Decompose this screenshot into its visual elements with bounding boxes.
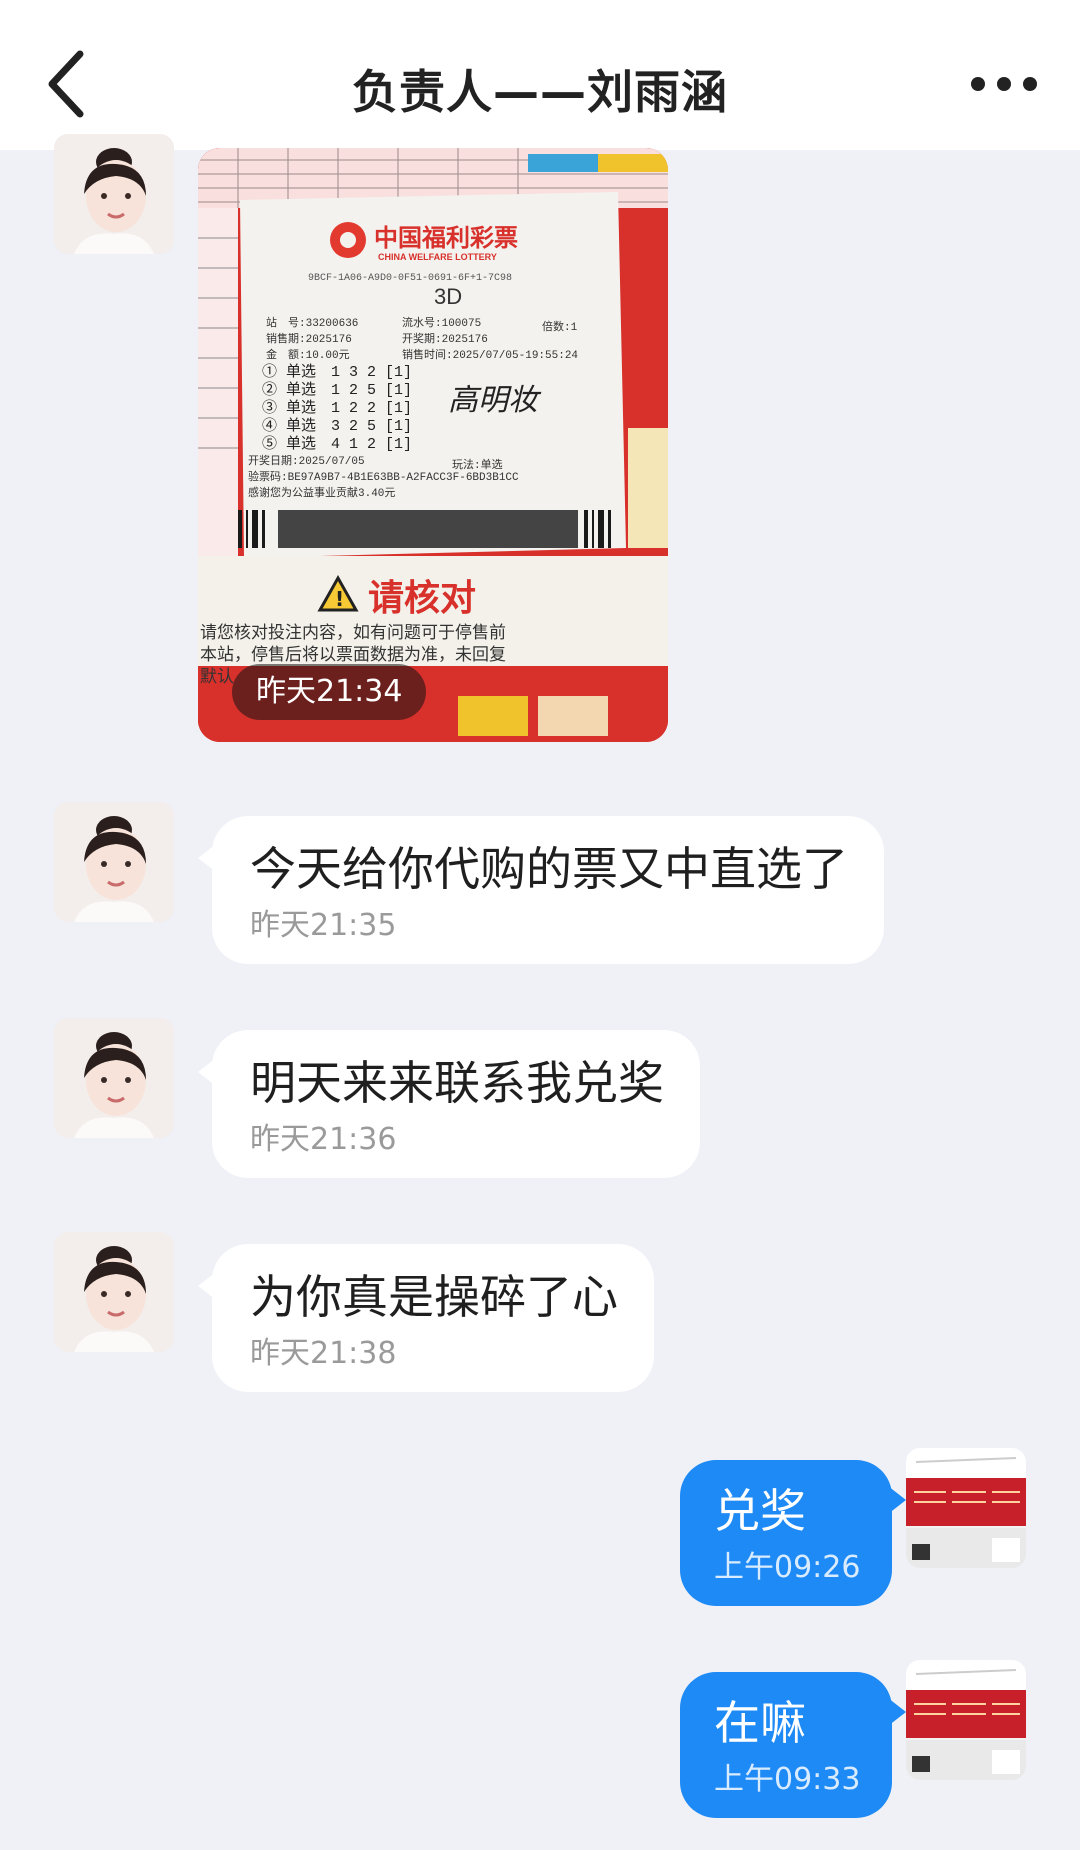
avatar-portrait-image bbox=[54, 134, 174, 254]
message-bubble[interactable]: 明天来来联系我兑奖 昨天21:36 bbox=[198, 1030, 700, 1178]
ticket-notice-1: 请您核对投注内容，如有问题可于停售前 bbox=[200, 623, 506, 643]
ticket-sale-time: 销售时间:2025/07/05-19:55:24 bbox=[402, 347, 578, 362]
avatar-portrait-image bbox=[54, 1018, 174, 1138]
message-time: 昨天21:34 bbox=[232, 664, 427, 720]
message-text: 兑奖 bbox=[714, 1484, 806, 1538]
self-avatar[interactable] bbox=[906, 1448, 1026, 1568]
lottery-ticket-photo[interactable]: 中国福利彩票 CHINA WELFARE LOTTERY 9BCF-1A06-A… bbox=[198, 148, 668, 742]
ticket-amount: 金 额:10.00元 bbox=[266, 347, 350, 362]
ticket-code: 9BCF-1A06-A9D0-0F51-0691-6F+1-7C98 bbox=[308, 273, 512, 284]
message-time: 上午09:33 bbox=[714, 1762, 861, 1797]
contact-avatar[interactable] bbox=[54, 1232, 174, 1352]
ticket-warning: 请核对 bbox=[368, 578, 476, 619]
contact-avatar[interactable] bbox=[54, 134, 174, 254]
ticket-station: 站 号:33200636 bbox=[266, 315, 358, 330]
ticket-game: 3D bbox=[434, 284, 462, 309]
ticket-play: 玩法:单选 bbox=[452, 457, 503, 472]
ticket-sale-period: 销售期:2025176 bbox=[266, 331, 352, 346]
lottery-ticket-image: 中国福利彩票 CHINA WELFARE LOTTERY 9BCF-1A06-A… bbox=[198, 148, 668, 742]
message-bubble[interactable]: 为你真是操碎了心 昨天21:38 bbox=[198, 1244, 654, 1392]
message-time: 昨天21:36 bbox=[250, 1122, 397, 1157]
message-text: 为你真是操碎了心 bbox=[250, 1270, 618, 1324]
more-button[interactable] bbox=[968, 62, 1040, 106]
message-bubble-self[interactable]: 在嘛 上午09:33 bbox=[680, 1672, 907, 1818]
ticket-line-2: ② 单选 1 2 5 [1] bbox=[262, 381, 412, 399]
ticket-line-1: ① 单选 1 3 2 [1] bbox=[262, 363, 412, 381]
ticket-line-3: ③ 单选 1 2 2 [1] bbox=[262, 399, 412, 417]
ticket-line-5: ⑤ 单选 4 1 2 [1] bbox=[262, 435, 412, 453]
message-time: 昨天21:38 bbox=[250, 1336, 397, 1371]
ticket-notice-3: 默认 bbox=[200, 667, 234, 687]
message-text: 在嘛 bbox=[714, 1696, 806, 1750]
ticket-thanks: 感谢您为公益事业贡献3.40元 bbox=[248, 485, 395, 500]
ticket-multiple: 倍数:1 bbox=[542, 319, 578, 334]
avatar-shop-image bbox=[906, 1660, 1026, 1780]
avatar-portrait-image bbox=[54, 802, 174, 922]
more-horizontal-icon bbox=[971, 77, 1037, 91]
message-time: 昨天21:35 bbox=[250, 908, 397, 943]
ticket-draw-date: 开奖日期:2025/07/05 bbox=[248, 453, 365, 468]
chat-title: 负责人——刘雨涵 bbox=[352, 65, 728, 119]
message-bubble[interactable]: 今天给你代购的票又中直选了 昨天21:35 bbox=[198, 816, 884, 964]
avatar-shop-image bbox=[906, 1448, 1026, 1568]
self-avatar[interactable] bbox=[906, 1660, 1026, 1780]
message-bubble-self[interactable]: 兑奖 上午09:26 bbox=[680, 1460, 907, 1606]
ticket-verify-code: 验票码:BE97A9B7-4B1E63BB-A2FACC3F-6BD3B1CC bbox=[248, 469, 519, 484]
message-text: 今天给你代购的票又中直选了 bbox=[250, 842, 848, 896]
contact-avatar[interactable] bbox=[54, 1018, 174, 1138]
ticket-draw-period: 开奖期:2025176 bbox=[402, 331, 488, 346]
ticket-notice-2: 本站，停售后将以票面数据为准，未回复 bbox=[200, 645, 506, 665]
message-time: 上午09:26 bbox=[714, 1550, 861, 1585]
ticket-brand-en: CHINA WELFARE LOTTERY bbox=[378, 252, 497, 262]
ticket-line-4: ④ 单选 3 2 5 [1] bbox=[262, 417, 412, 435]
ticket-brand: 中国福利彩票 bbox=[374, 225, 518, 252]
ticket-handwriting: 高明妆 bbox=[448, 383, 542, 418]
warning-icon: ! bbox=[335, 587, 344, 611]
ticket-serial: 流水号:100075 bbox=[402, 315, 481, 330]
avatar-portrait-image bbox=[54, 1232, 174, 1352]
contact-avatar[interactable] bbox=[54, 802, 174, 922]
chat-header: 负责人——刘雨涵 bbox=[0, 0, 1080, 150]
message-text: 明天来来联系我兑奖 bbox=[250, 1056, 664, 1110]
